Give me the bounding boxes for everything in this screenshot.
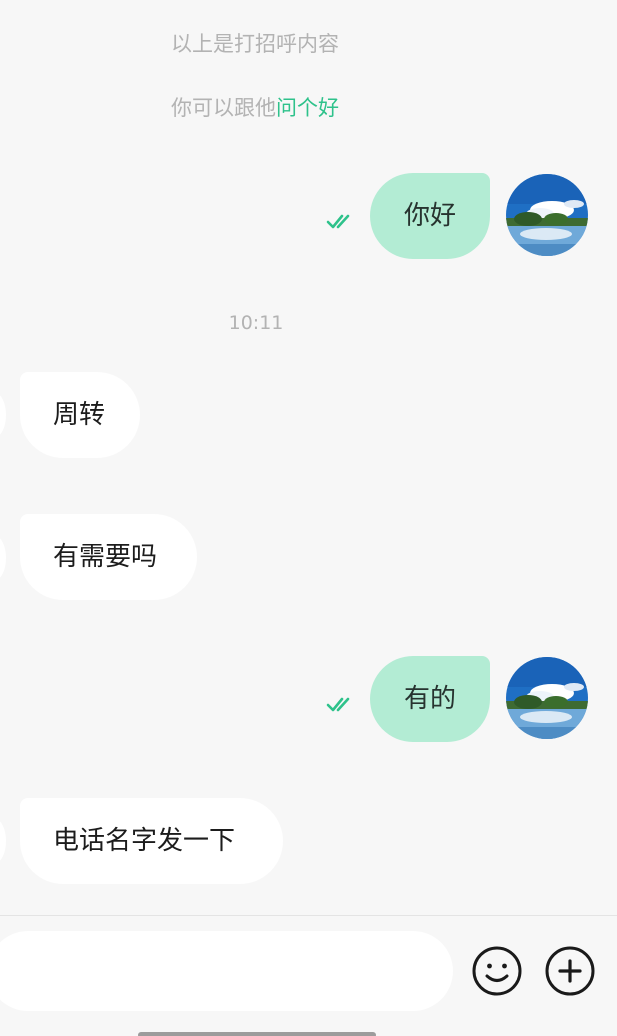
message-input[interactable]: [0, 931, 453, 1011]
suggest-prefix: 你可以跟他: [171, 96, 276, 120]
more-button[interactable]: [544, 945, 596, 997]
landscape-photo-icon: [506, 657, 588, 739]
peer-avatar-edge[interactable]: [0, 819, 6, 863]
landscape-photo-icon: [506, 174, 588, 256]
my-avatar[interactable]: [506, 657, 588, 739]
smiley-face-icon: [472, 946, 522, 996]
outgoing-message-bubble[interactable]: 有的: [370, 656, 490, 742]
chat-screen: 以上是打招呼内容 你可以跟他问个好 你好 10:11 周转 有需要吗 有的 电话…: [0, 0, 617, 1036]
my-avatar[interactable]: [506, 174, 588, 256]
peer-avatar-edge[interactable]: [0, 393, 6, 437]
incoming-message-bubble[interactable]: 周转: [20, 372, 140, 458]
greeting-note: 以上是打招呼内容: [171, 32, 339, 56]
outgoing-message-bubble[interactable]: 你好: [370, 173, 490, 259]
double-check-read-icon: [326, 697, 350, 712]
emoji-button[interactable]: [471, 945, 523, 997]
incoming-message-bubble[interactable]: 有需要吗: [20, 514, 197, 600]
incoming-message-bubble[interactable]: 电话名字发一下: [20, 798, 283, 884]
composer-bar: [0, 915, 617, 1036]
home-indicator[interactable]: [138, 1032, 376, 1036]
plus-circle-icon: [545, 946, 595, 996]
time-divider: 10:11: [228, 312, 284, 334]
peer-avatar-edge[interactable]: [0, 536, 6, 580]
suggest-note: 你可以跟他问个好: [171, 92, 617, 122]
double-check-read-icon: [326, 214, 350, 229]
say-hello-link[interactable]: 问个好: [276, 96, 339, 120]
